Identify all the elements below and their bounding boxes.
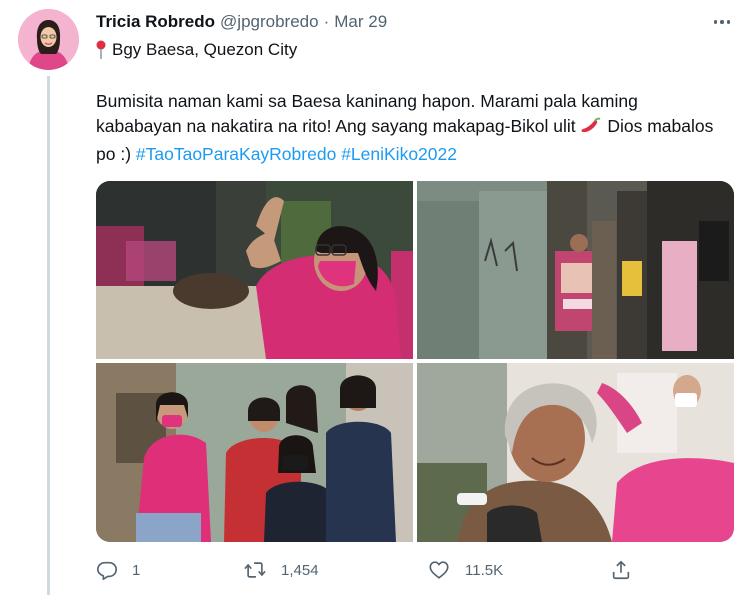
tweet-actions: 1 1,454 11.5K [96,556,656,584]
photo-alley-with-poster[interactable] [417,181,734,359]
tweet-text-part1: Bumisita naman kami sa Baesa kaninang ha… [96,91,638,136]
more-options-icon[interactable] [710,14,734,30]
tweet-header: Tricia Robredo @jpgrobredo · Mar 29 [96,11,387,33]
separator-dot: · [323,12,330,31]
tweet-date[interactable]: Mar 29 [334,12,387,32]
retweet-button[interactable]: 1,454 [243,556,319,584]
avatar-image [18,9,79,70]
location-text: Bgy Baesa, Quezon City [112,40,298,59]
reply-count: 1 [132,561,141,579]
photo-group-of-women[interactable] [96,363,413,542]
like-button[interactable]: 11.5K [427,556,503,584]
photo-woman-waving[interactable] [96,181,413,359]
pushpin-icon [96,40,106,60]
share-icon [612,560,630,580]
hashtag-link[interactable]: #LeniKiko2022 [341,144,457,164]
tweet-text: Bumisita naman kami sa Baesa kaninang ha… [96,89,726,167]
like-count: 11.5K [465,561,504,579]
hashtag-link[interactable]: #TaoTaoParaKayRobredo [136,144,336,164]
display-name[interactable]: Tricia Robredo [96,12,215,32]
hot-pepper-emoji-icon [580,117,602,142]
reply-button[interactable]: 1 [96,556,140,584]
avatar[interactable] [18,9,79,70]
heart-icon [429,561,449,579]
user-handle[interactable]: @jpgrobredo [220,12,319,32]
thread-line [47,76,50,595]
tweet-location: Bgy Baesa, Quezon City [96,38,297,62]
media-grid [96,181,734,542]
reply-icon [97,561,117,580]
retweet-icon [244,562,266,578]
retweet-count: 1,454 [281,561,319,579]
tweet[interactable]: Tricia Robredo @jpgrobredo · Mar 29 Bgy … [0,0,750,595]
share-button[interactable] [610,556,632,584]
photo-elderly-woman[interactable] [417,363,734,542]
